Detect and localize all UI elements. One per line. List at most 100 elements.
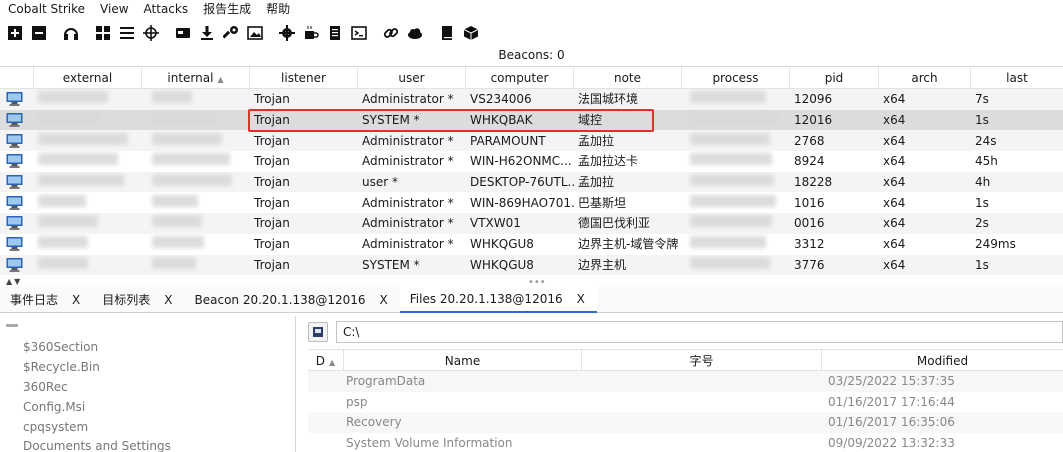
computer-cell: WHKQGU8: [470, 237, 534, 252]
col-modified[interactable]: Modified: [822, 350, 1063, 370]
arch-cell: x64: [883, 175, 906, 190]
external-redacted: [34, 255, 142, 275]
menu-bar: Cobalt Strike View Attacks 报告生成 帮助: [0, 0, 1063, 18]
minus-icon[interactable]: [28, 22, 50, 44]
coffee-icon[interactable]: [300, 22, 322, 44]
crosshair-icon[interactable]: [140, 22, 162, 44]
col-internal[interactable]: internal ▲: [142, 67, 250, 88]
targets-icon[interactable]: [92, 22, 114, 44]
cube-icon[interactable]: [460, 22, 482, 44]
table-row[interactable]: Trojan SYSTEM * WHKQBAK 域控 12016 x64 1s: [0, 109, 1063, 131]
internal-redacted: [142, 193, 250, 213]
note-cell: 巴基斯坦: [578, 195, 627, 210]
table-row[interactable]: Trojan Administrator * VS234006 法国城环境 12096 x…: [0, 89, 1063, 110]
col-note[interactable]: note: [574, 67, 682, 88]
toolbar: [0, 20, 1063, 46]
process-redacted: [682, 234, 790, 254]
close-icon[interactable]: X: [72, 293, 80, 307]
col-name[interactable]: Name: [344, 350, 582, 370]
link-icon[interactable]: [380, 22, 402, 44]
user-cell: Administrator *: [362, 195, 454, 210]
last-cell: 249ms: [975, 237, 1016, 252]
col-external[interactable]: external: [34, 67, 142, 88]
note-cell: 域控: [578, 113, 603, 128]
table-row[interactable]: Trojan Administrator * WHKQGU8 边界主机-域管令牌 331…: [0, 234, 1063, 255]
col-listener[interactable]: listener: [250, 67, 358, 88]
user-cell: user *: [362, 175, 398, 190]
table-row[interactable]: Trojan Administrator * WIN-H62ONMC... 孟加拉达卡…: [0, 151, 1063, 172]
listener-cell: Trojan: [254, 237, 290, 252]
col-user[interactable]: user: [358, 67, 466, 88]
external-redacted: [34, 213, 142, 233]
close-icon[interactable]: X: [380, 293, 388, 307]
user-cell: Administrator *: [362, 133, 454, 148]
close-icon[interactable]: X: [164, 293, 172, 307]
computer-icon: [0, 216, 34, 231]
menu-help[interactable]: 帮助: [258, 0, 297, 18]
col-pid[interactable]: pid: [790, 67, 879, 88]
last-cell: 1s: [975, 113, 989, 128]
beacons-table: external internal ▲ listener user compute…: [0, 66, 1063, 276]
table-header: external internal ▲ listener user compute…: [0, 67, 1063, 89]
table-row[interactable]: Trojan Administrator * WIN-869HAO701... 巴基斯…: [0, 192, 1063, 213]
listener-cell: Trojan: [254, 257, 290, 272]
file-row[interactable]: System Volume Information 09/09/2022 13:3…: [308, 433, 1063, 452]
menu-reporting[interactable]: 报告生成: [195, 0, 258, 18]
col-d[interactable]: D ▲: [308, 350, 344, 370]
col-computer[interactable]: computer: [466, 67, 574, 88]
tab-event-log[interactable]: 事件日志 X: [0, 287, 92, 313]
download-icon[interactable]: [196, 22, 218, 44]
tree-item[interactable]: Config.Msi: [23, 400, 85, 414]
tab-targets[interactable]: 目标列表 X: [92, 287, 184, 313]
file-row[interactable]: Recovery 01/16/2017 16:35:06: [308, 412, 1063, 433]
external-redacted: [34, 234, 142, 254]
gear-icon[interactable]: [276, 22, 298, 44]
list-icon[interactable]: [116, 22, 138, 44]
plus-icon[interactable]: [4, 22, 26, 44]
table-row[interactable]: Trojan Administrator * PARAMOUNT 孟加拉 2768 x64…: [0, 130, 1063, 152]
credit-card-icon[interactable]: [172, 22, 194, 44]
pid-cell: 3776: [794, 257, 825, 272]
process-redacted: [682, 213, 790, 233]
tree-item[interactable]: 360Rec: [23, 380, 68, 394]
arch-cell: x64: [883, 113, 906, 128]
folder-icon[interactable]: [308, 322, 328, 342]
cloud-icon[interactable]: [404, 22, 426, 44]
document-icon[interactable]: [324, 22, 346, 44]
splitter[interactable]: ▲▼ •••: [0, 277, 1063, 289]
menu-view[interactable]: View: [92, 0, 135, 18]
menu-attacks[interactable]: Attacks: [136, 0, 196, 18]
internal-redacted: [142, 255, 250, 275]
tab-files[interactable]: Files 20.20.1.138@12016 X: [399, 286, 597, 313]
tree-item[interactable]: $360Section: [23, 340, 98, 354]
file-row[interactable]: ProgramData 03/25/2022 15:37:35: [308, 371, 1063, 392]
collapse-arrows-icon[interactable]: ▲▼: [0, 277, 22, 286]
terminal-icon[interactable]: [348, 22, 370, 44]
tab-beacon[interactable]: Beacon 20.20.1.138@12016 X: [185, 287, 400, 313]
arch-cell: x64: [883, 92, 906, 107]
table-row[interactable]: Trojan SYSTEM * WHKQGU8 边界主机 3776 x64 1s: [0, 254, 1063, 276]
last-cell: 45h: [975, 154, 998, 169]
tree-item[interactable]: $Recycle.Bin: [23, 360, 100, 374]
col-last[interactable]: last: [971, 67, 1063, 88]
path-input[interactable]: [336, 321, 1063, 343]
folder-tree: $360Section $Recycle.Bin 360Rec Config.M…: [0, 316, 296, 452]
col-process[interactable]: process: [682, 67, 790, 88]
file-row[interactable]: psp 01/16/2017 17:16:44: [308, 392, 1063, 413]
internal-redacted: [142, 110, 250, 130]
process-redacted: [682, 172, 790, 192]
menu-cobalt-strike[interactable]: Cobalt Strike: [0, 0, 92, 18]
image-icon[interactable]: [244, 22, 266, 44]
table-row[interactable]: Trojan Administrator * VTXW01 德国巴伐利亚 0016 x64…: [0, 213, 1063, 234]
headphones-icon[interactable]: [60, 22, 82, 44]
tree-item[interactable]: Documents and Settings: [23, 439, 171, 452]
col-size[interactable]: 字号: [582, 350, 822, 370]
close-icon[interactable]: X: [577, 292, 585, 306]
table-row[interactable]: Trojan user * DESKTOP-76UTL... 孟加拉 18228 x64 4…: [0, 171, 1063, 193]
tree-item[interactable]: cpqsystem: [23, 420, 88, 434]
col-arch[interactable]: arch: [879, 67, 971, 88]
external-redacted: [34, 193, 142, 213]
key-icon[interactable]: [220, 22, 242, 44]
pane-handle-icon[interactable]: [6, 324, 18, 327]
book-icon[interactable]: [436, 22, 458, 44]
